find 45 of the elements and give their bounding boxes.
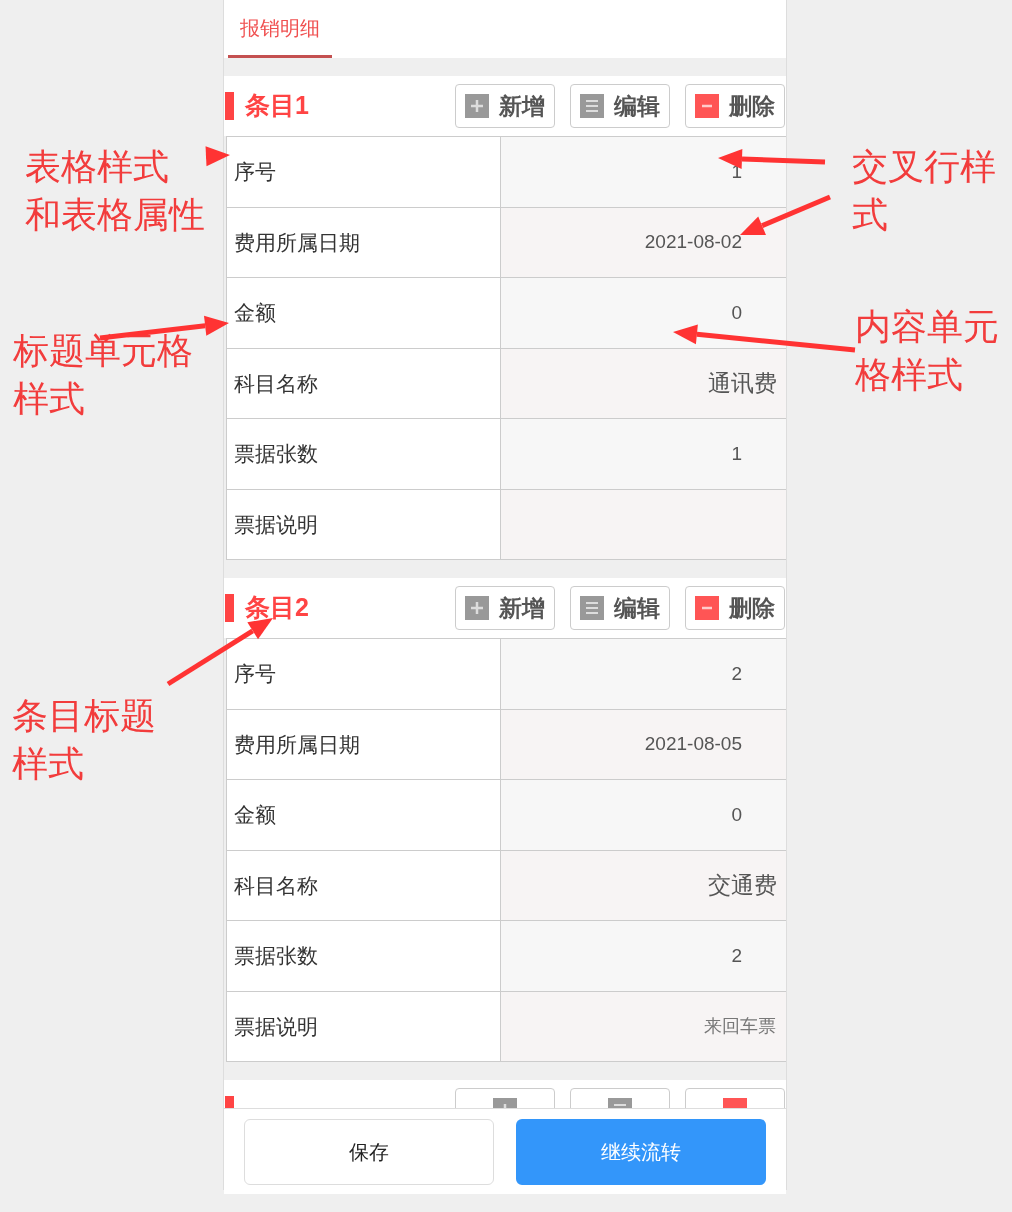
value-text: 2 — [731, 943, 742, 968]
annotation-label: 交叉行样 式 — [852, 145, 996, 237]
detail-tab[interactable]: 报销明细 — [228, 0, 332, 58]
label-cell: 科目名称 — [227, 348, 501, 418]
value-text: 0 — [731, 802, 742, 827]
label-cell: 金额 — [227, 278, 501, 348]
plus-icon — [465, 596, 489, 620]
annotation-label: 内容单元 格样式 — [855, 305, 999, 397]
value-text: 1 — [731, 441, 742, 466]
value-text: 通讯费 — [708, 369, 777, 398]
edit-button[interactable]: 编辑 — [570, 84, 670, 128]
edit-button[interactable]: 编辑 — [570, 586, 670, 630]
annotation-arrow — [205, 146, 230, 167]
value-text: 2021-08-02 — [644, 230, 742, 254]
minus-icon — [695, 94, 719, 118]
add-button[interactable]: 新增 — [455, 586, 555, 630]
label-cell: 票据说明 — [227, 991, 501, 1061]
label-cell: 票据张数 — [227, 419, 501, 489]
label-cell: 序号 — [227, 137, 501, 207]
minus-icon — [695, 596, 719, 620]
lines-icon — [580, 596, 604, 620]
lines-icon — [580, 94, 604, 118]
delete-button[interactable]: 删除 — [685, 586, 785, 630]
value-text: 0 — [731, 300, 742, 325]
annotation-label: 条目标题 样式 — [12, 694, 156, 786]
value-text: 2 — [731, 661, 742, 686]
value-text: 交通费 — [708, 871, 777, 900]
accent-bar — [225, 92, 234, 120]
item-title: 条目2 — [245, 592, 309, 624]
label-cell: 科目名称 — [227, 850, 501, 920]
save-button[interactable]: 保存 — [244, 1118, 494, 1185]
add-button[interactable]: 新增 — [455, 84, 555, 128]
label-cell: 费用所属日期 — [227, 709, 501, 779]
plus-icon — [465, 94, 489, 118]
value-text: 来回车票 — [704, 1014, 776, 1038]
value-text: 2021-08-05 — [644, 732, 742, 756]
delete-button[interactable]: 删除 — [685, 84, 785, 128]
annotation-label: 表格样式 和表格属性 — [25, 145, 205, 237]
label-cell: 金额 — [227, 780, 501, 850]
item-title: 条目1 — [245, 90, 309, 122]
label-cell: 票据说明 — [227, 489, 501, 559]
accent-bar — [225, 594, 234, 622]
label-cell: 票据张数 — [227, 921, 501, 991]
label-cell: 费用所属日期 — [227, 207, 501, 277]
label-cell: 序号 — [227, 639, 501, 709]
